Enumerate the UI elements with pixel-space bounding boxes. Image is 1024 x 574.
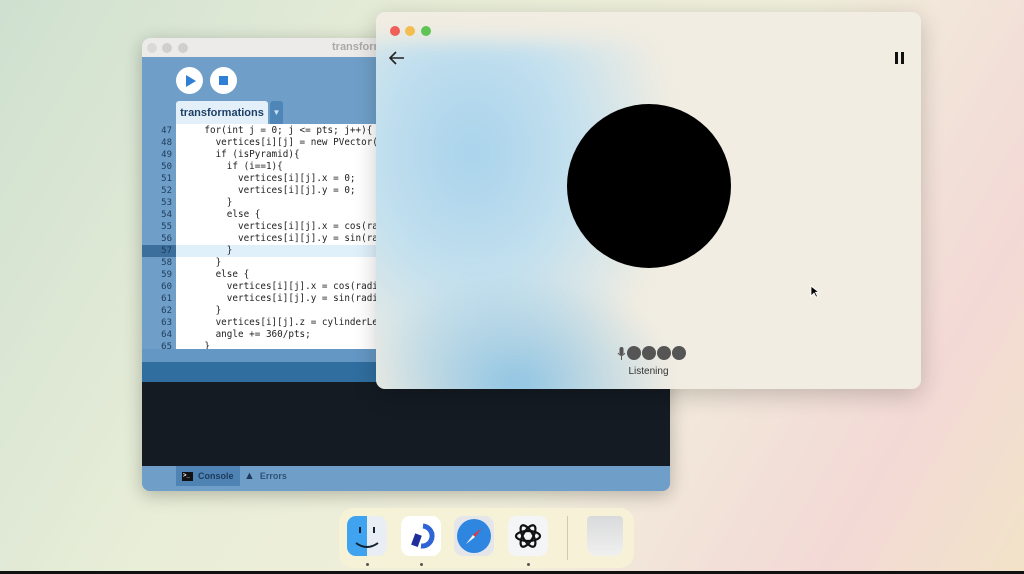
audio-level-indicator	[617, 346, 686, 360]
line-number: 64	[142, 329, 176, 341]
errors-label: Errors	[260, 471, 287, 481]
back-arrow-icon[interactable]	[389, 51, 405, 65]
tab-transformations[interactable]: transformations	[176, 101, 268, 124]
line-number: 65	[142, 341, 176, 349]
close-button[interactable]	[147, 43, 157, 53]
console-label: Console	[198, 471, 234, 481]
terminal-icon: >_	[182, 472, 193, 481]
line-number: 53	[142, 197, 176, 209]
line-number: 56	[142, 233, 176, 245]
line-number: 50	[142, 161, 176, 173]
close-button[interactable]	[390, 26, 400, 36]
mouse-cursor-icon	[810, 285, 819, 298]
line-number: 61	[142, 293, 176, 305]
dock	[339, 508, 634, 568]
line-number: 59	[142, 269, 176, 281]
line-number: 49	[142, 149, 176, 161]
dock-finder-icon[interactable]	[347, 516, 387, 556]
dock-trash-icon[interactable]	[587, 516, 623, 556]
voice-chat-window: Listening	[376, 12, 921, 389]
status-text: Listening	[376, 366, 921, 377]
zoom-button[interactable]	[178, 43, 188, 53]
tab-console[interactable]: >_ Console	[176, 466, 240, 486]
pause-button[interactable]	[895, 52, 905, 64]
dock-app-icon[interactable]	[401, 516, 441, 556]
microphone-icon	[617, 347, 626, 360]
stop-button[interactable]	[210, 67, 237, 94]
line-number: 48	[142, 137, 176, 149]
tab-dropdown-button[interactable]: ▼	[270, 101, 283, 124]
line-number: 52	[142, 185, 176, 197]
dock-separator	[567, 516, 568, 560]
zoom-button[interactable]	[421, 26, 431, 36]
tab-errors[interactable]: ▲ Errors	[238, 466, 293, 486]
line-number: 58	[142, 257, 176, 269]
pause-icon	[895, 52, 898, 64]
line-number: 63	[142, 317, 176, 329]
console-output[interactable]	[142, 382, 670, 466]
minimize-button[interactable]	[405, 26, 415, 36]
line-number: 57	[142, 245, 176, 257]
line-number: 60	[142, 281, 176, 293]
line-number: 51	[142, 173, 176, 185]
line-number: 54	[142, 209, 176, 221]
line-number: 47	[142, 125, 176, 137]
voice-orb	[567, 104, 731, 268]
warning-icon: ▲	[244, 470, 255, 482]
dock-safari-icon[interactable]	[454, 516, 494, 556]
line-number: 55	[142, 221, 176, 233]
console-tabs: >_ Console ▲ Errors	[142, 466, 670, 491]
minimize-button[interactable]	[162, 43, 172, 53]
line-number: 62	[142, 305, 176, 317]
play-icon	[186, 75, 196, 87]
run-button[interactable]	[176, 67, 203, 94]
dock-chatgpt-icon[interactable]	[508, 516, 548, 556]
stop-icon	[219, 76, 228, 85]
